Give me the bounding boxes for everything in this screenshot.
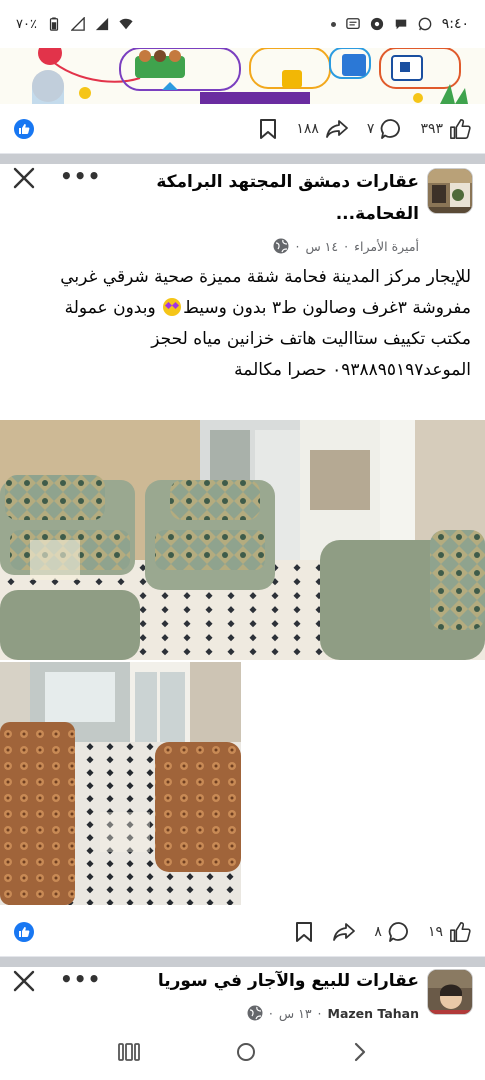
bookmark-icon[interactable]	[294, 921, 314, 943]
more-dots-icon[interactable]: •••	[60, 164, 101, 188]
mindmap-illustration	[0, 48, 485, 104]
author-name-post3[interactable]: Mazen Tahan	[328, 1006, 419, 1021]
home-icon[interactable]	[235, 1041, 257, 1063]
battery-icon	[49, 17, 59, 31]
recent-apps-icon[interactable]	[117, 1042, 140, 1062]
like-count: ٣٩٣	[420, 120, 443, 137]
share-button[interactable]: ١٨٨	[296, 119, 349, 139]
comment-count: ٨	[374, 923, 382, 940]
comment-count: ٧	[366, 120, 375, 137]
group-name-line2[interactable]: الفحامة...	[336, 200, 419, 228]
whatsapp-icon	[418, 17, 432, 31]
post1-actions-left	[14, 118, 34, 139]
message-icon	[345, 18, 360, 30]
post2-actions-left	[14, 921, 34, 942]
status-left: ٧٠٪	[16, 17, 133, 32]
group-avatar[interactable]	[427, 168, 473, 214]
post-text-line1: للإيجار مركز المدينة فحامة شقة مميزة صحي…	[60, 267, 471, 287]
clock: ٩:٤٠	[441, 16, 469, 32]
post1-action-bar: ١٨٨ ٧ ٣٩٣	[0, 104, 485, 154]
post-text-line2: مفروشة ٣غرف وصالون ط٣ بدون وسيط وبدون عم…	[14, 293, 471, 324]
post-time-post3[interactable]: ١٣ س	[279, 1006, 312, 1021]
back-icon[interactable]	[353, 1041, 367, 1063]
notification-dot	[330, 21, 336, 27]
signal-icon	[70, 17, 85, 31]
share-arrow-icon[interactable]	[332, 922, 356, 942]
group-avatar-2[interactable]	[427, 969, 473, 1015]
globe-icon	[247, 1005, 263, 1021]
signal-icon-2	[95, 17, 109, 31]
system-navigation-bar	[0, 1024, 485, 1080]
comment-button[interactable]: ٨	[374, 921, 410, 943]
feed-separator-2	[0, 957, 485, 967]
group-avatar-image	[428, 169, 472, 213]
post1-actions-right: ١٨٨ ٧ ٣٩٣	[258, 118, 471, 140]
post2-photo-3[interactable]	[0, 662, 241, 905]
previous-post-image[interactable]	[0, 48, 485, 104]
status-right: ٩:٤٠	[330, 16, 469, 32]
thumb-up-icon	[450, 921, 471, 942]
more-dots-icon-post3[interactable]: •••	[60, 967, 101, 991]
game-icon	[370, 17, 383, 31]
group-name-post3[interactable]: عقارات للبيع والآجار في سوريا	[158, 967, 419, 995]
meta-separator-4: ·	[268, 1005, 273, 1021]
post2-header: عقارات دمشق المجتهد البرامكة الفحامة... …	[0, 164, 485, 260]
brown-sofa-room-photo	[0, 662, 241, 905]
close-icon[interactable]	[12, 166, 36, 190]
thumb-up-icon	[450, 118, 471, 139]
living-room-photo	[0, 420, 485, 660]
like-count: ١٩	[427, 923, 443, 940]
feed-separator	[0, 154, 485, 164]
post-text-line4: الموعد٠٩٣٨٨٩٥١٩٧ حصرا مكالمة	[234, 360, 471, 380]
group-avatar-image-2	[428, 970, 472, 1014]
meta-separator: ·	[344, 238, 349, 254]
post3-meta: Mazen Tahan · ١٣ س ·	[247, 1005, 419, 1021]
post2-action-bar: ٨ ١٩	[0, 907, 485, 957]
meta-separator-3: ·	[317, 1005, 322, 1021]
comment-button[interactable]: ٧	[367, 118, 403, 140]
close-icon-post3[interactable]	[12, 969, 36, 993]
author-name[interactable]: أميرة الأمراء	[354, 239, 419, 254]
star-eyes-emoji-icon	[163, 298, 182, 316]
post2-text: للإيجار مركز المدينة فحامة شقة مميزة صحي…	[14, 262, 471, 386]
post-text-line3: مكتب تكييف ستااليت هاتف خزانين مياه لحجز	[151, 329, 471, 349]
wifi-icon	[119, 18, 133, 30]
battery-level: ٧٠٪	[16, 16, 37, 32]
group-name-line1[interactable]: عقارات دمشق المجتهد البرامكة	[156, 168, 419, 196]
status-bar: ٧٠٪ ٩:٤٠	[0, 0, 485, 48]
post2-actions-right: ٨ ١٩	[294, 921, 471, 943]
globe-icon	[273, 238, 289, 254]
share-arrow-icon	[326, 119, 348, 138]
comment-icon	[388, 921, 408, 942]
post2-photo-1[interactable]	[0, 420, 485, 660]
like-button[interactable]: ١٩	[428, 921, 471, 943]
like-reaction-icon[interactable]	[14, 118, 34, 139]
comment-icon	[381, 118, 401, 139]
like-reaction-icon[interactable]	[14, 921, 34, 942]
meta-separator-2: ·	[295, 238, 300, 254]
post2-meta: أميرة الأمراء · ١٤ س ·	[273, 238, 419, 254]
share-count: ١٨٨	[296, 120, 319, 137]
like-button[interactable]: ٣٩٣	[420, 118, 471, 140]
post3-header: عقارات للبيع والآجار في سوريا Mazen Taha…	[0, 967, 485, 1024]
post-text-line2b: وبدون عمولة	[64, 298, 162, 318]
post-time[interactable]: ١٤ س	[305, 239, 338, 254]
chat-bubble-icon	[395, 19, 406, 30]
post-text-line2a: مفروشة ٣غرف وصالون ط٣ بدون وسيط	[183, 298, 471, 318]
bookmark-icon[interactable]	[258, 118, 278, 140]
